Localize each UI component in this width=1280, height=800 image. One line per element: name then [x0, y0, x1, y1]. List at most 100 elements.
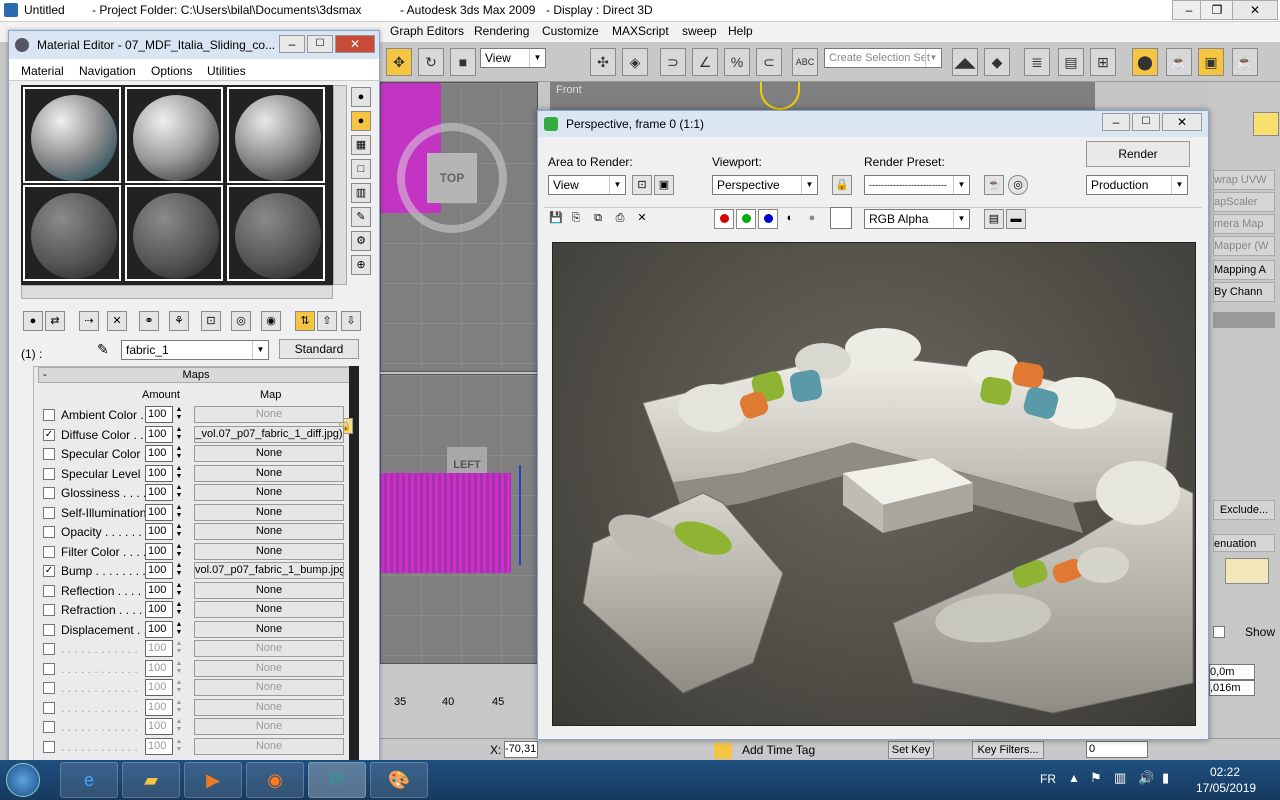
- go-forward-sibling-icon[interactable]: ⇧: [317, 311, 337, 331]
- map-slot-button[interactable]: None: [194, 659, 344, 677]
- align-icon[interactable]: ◆: [984, 48, 1010, 76]
- map-amount-spinner[interactable]: ▲ ▼: [174, 699, 184, 716]
- language-indicator[interactable]: FR: [1040, 772, 1056, 786]
- menu-options[interactable]: Options: [151, 64, 192, 78]
- map-enable-checkbox[interactable]: [43, 526, 55, 538]
- map-amount-field[interactable]: 100: [145, 737, 173, 755]
- render-setup-icon[interactable]: ☕: [1166, 48, 1192, 76]
- set-key-button[interactable]: Set Key: [888, 741, 934, 759]
- modifier-list-item[interactable]: mera Map: [1213, 214, 1275, 234]
- map-amount-field[interactable]: 100: [145, 698, 173, 716]
- rf-maximize-button[interactable]: ☐: [1132, 113, 1160, 131]
- map-amount-field[interactable]: 100: [145, 406, 173, 423]
- add-time-tag[interactable]: Add Time Tag: [742, 743, 815, 757]
- menu-customize[interactable]: Customize: [542, 24, 599, 38]
- map-amount-spinner[interactable]: ▲ ▼: [174, 679, 184, 696]
- menu-rendering[interactable]: Rendering: [474, 24, 529, 38]
- map-amount-field[interactable]: 100: [145, 601, 173, 618]
- put-to-scene-icon[interactable]: ⇄: [45, 311, 65, 331]
- show-end-result-icon[interactable]: ◉: [261, 311, 281, 331]
- material-type-button[interactable]: Standard: [279, 339, 359, 359]
- sample-slot[interactable]: [23, 87, 121, 183]
- angle-snap-icon[interactable]: ∠: [692, 48, 718, 76]
- map-slot-button[interactable]: None: [194, 640, 344, 657]
- auto-region-icon[interactable]: ▣: [654, 175, 674, 195]
- layer-manager-icon[interactable]: ≣: [1024, 48, 1050, 76]
- material-editor-icon[interactable]: ⬤: [1132, 48, 1158, 76]
- menu-maxscript[interactable]: MAXScript: [612, 24, 669, 38]
- map-enable-checkbox[interactable]: ✓: [43, 428, 55, 441]
- action-center-icon[interactable]: ⚑: [1090, 770, 1102, 786]
- backlight-icon[interactable]: ●: [351, 111, 371, 131]
- map-enable-checkbox[interactable]: [43, 487, 55, 499]
- map-amount-spinner[interactable]: ▲ ▼: [174, 640, 184, 657]
- map-enable-checkbox[interactable]: [43, 409, 55, 421]
- map-slot-button[interactable]: None: [194, 542, 344, 560]
- map-amount-field[interactable]: 100: [145, 503, 173, 521]
- options-icon[interactable]: ⚙: [351, 231, 371, 251]
- toggle-ui-overlay-icon[interactable]: ▤: [984, 209, 1004, 229]
- slots-horizontal-scrollbar[interactable]: [21, 285, 333, 299]
- area-to-render-dropdown[interactable]: View ▼: [548, 175, 626, 195]
- map-amount-field[interactable]: 100: [145, 659, 173, 677]
- map-amount-spinner[interactable]: ▲ ▼: [174, 543, 184, 560]
- map-slot-button[interactable]: None: [194, 523, 344, 540]
- clock-time[interactable]: 02:22: [1210, 765, 1240, 779]
- me-close-button[interactable]: ✕: [335, 35, 375, 53]
- toggle-ui-icon[interactable]: ▬: [1006, 209, 1026, 229]
- production-dropdown[interactable]: Production ▼: [1086, 175, 1188, 195]
- me-maximize-button[interactable]: ☐: [307, 35, 333, 53]
- material-editor-titlebar[interactable]: Material Editor - 07_MDF_Italia_Sliding_…: [9, 31, 379, 59]
- map-amount-spinner[interactable]: ▲ ▼: [174, 484, 184, 501]
- map-amount-spinner[interactable]: ▲ ▼: [174, 426, 184, 443]
- go-to-parent-icon[interactable]: ⇅: [295, 311, 315, 331]
- rendered-frame-icon[interactable]: ▣: [1198, 48, 1224, 76]
- map-amount-spinner[interactable]: ▲ ▼: [174, 601, 184, 618]
- map-amount-field[interactable]: 100: [145, 425, 173, 443]
- make-unique-icon[interactable]: ⚭: [139, 311, 159, 331]
- map-enable-checkbox[interactable]: [43, 701, 55, 714]
- mirror-icon[interactable]: ◢◣: [952, 48, 978, 76]
- maps-rollout-header[interactable]: - Maps: [38, 367, 354, 383]
- modifier-list-item[interactable]: Mapping A: [1213, 260, 1275, 280]
- map-enable-checkbox[interactable]: [43, 623, 55, 636]
- map-slot-button[interactable]: None: [194, 484, 344, 501]
- material-name-field[interactable]: fabric_1 ▼: [121, 340, 269, 360]
- sample-slot[interactable]: [125, 185, 223, 281]
- eyedropper-icon[interactable]: ✎: [97, 341, 109, 358]
- map-amount-spinner[interactable]: ▲ ▼: [174, 406, 184, 423]
- map-amount-spinner[interactable]: ▲ ▼: [174, 718, 184, 735]
- viewcube-top[interactable]: TOP: [427, 153, 477, 203]
- firefox-icon[interactable]: ◉: [246, 762, 304, 798]
- color-swatch[interactable]: [830, 207, 852, 229]
- map-slot-button[interactable]: None: [194, 679, 344, 696]
- map-amount-spinner[interactable]: ▲ ▼: [174, 445, 184, 462]
- get-material-icon[interactable]: ●: [23, 311, 43, 331]
- schematic-view-icon[interactable]: ⊞: [1090, 48, 1116, 76]
- slots-vertical-scrollbar[interactable]: [333, 85, 347, 285]
- menu-navigation[interactable]: Navigation: [79, 64, 136, 78]
- start-button[interactable]: [6, 763, 40, 797]
- rotate-icon[interactable]: ↻: [418, 48, 444, 76]
- menu-utilities[interactable]: Utilities: [207, 64, 246, 78]
- 3dsmax-taskbar-icon[interactable]: ⟳: [308, 762, 366, 798]
- map-enable-checkbox[interactable]: [43, 643, 55, 655]
- put-to-library-icon[interactable]: ⚘: [169, 311, 189, 331]
- map-enable-checkbox[interactable]: [43, 506, 55, 519]
- viewport-front-label[interactable]: Front: [556, 84, 582, 96]
- sample-slot[interactable]: [23, 185, 121, 281]
- map-amount-spinner[interactable]: ▲ ▼: [174, 660, 184, 677]
- lock-viewport-icon[interactable]: 🔒: [832, 175, 852, 195]
- modifier-list-item[interactable]: apScaler: [1213, 192, 1275, 212]
- modifier-list-item[interactable]: wrap UVW: [1213, 170, 1275, 190]
- near-end-field[interactable]: ,016m: [1209, 680, 1255, 696]
- map-amount-spinner[interactable]: ▲ ▼: [174, 523, 184, 540]
- menu-material[interactable]: Material: [21, 64, 64, 78]
- clock-date[interactable]: 17/05/2019: [1196, 781, 1256, 795]
- map-enable-checkbox[interactable]: [43, 721, 55, 733]
- map-slot-button[interactable]: vol.07_p07_fabric_1_bump.jpg): [194, 562, 344, 579]
- viewport-dropdown[interactable]: Perspective ▼: [712, 175, 818, 195]
- edit-named-selection-icon[interactable]: ABC: [792, 48, 818, 76]
- map-amount-field[interactable]: 100: [145, 562, 173, 579]
- make-preview-icon[interactable]: ✎: [351, 207, 371, 227]
